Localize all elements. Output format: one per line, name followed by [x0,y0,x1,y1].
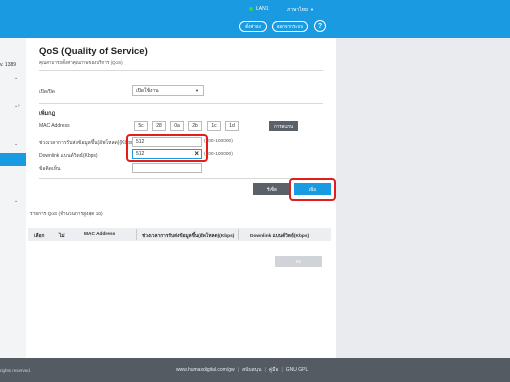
language-label: ภาษาไทย [287,7,308,13]
divider [39,70,323,71]
table-header-number: ไม่ [59,234,65,239]
table-header-select: เลือก [34,234,45,239]
qos-table-header: เลือก ไม่ MAC Address ช่วงเวลาการรับส่งข… [28,228,331,241]
footer-links: www.humaxdigital.com/gw | สนับสนุน | คู่มือ |… [176,366,308,374]
right-panel [336,38,510,358]
mac-octet-field[interactable]: 2b [188,121,202,131]
reset-button[interactable]: รีเซ็ต [253,183,291,195]
lan-status-dot-icon [249,7,253,11]
divider [39,103,323,104]
mac-scan-button[interactable]: การสแกน [269,121,298,131]
settings-button[interactable]: ตั้งค่าอง [239,21,267,32]
page-title: QoS (Quality of Service) [39,46,148,57]
delete-button[interactable]: ลบ [275,256,322,267]
footer: rights reserved. www.humaxdigital.com/gw… [0,358,510,382]
language-selector[interactable]: ภาษาไทย ▼ [287,6,314,14]
chevron-down-icon[interactable]: ⌄ [14,198,18,204]
sidebar-item-active[interactable] [0,153,26,166]
table-header-separator [136,229,137,240]
caret-down-icon: ▼ [309,7,314,12]
comment-label: ข้อคิดเห็น [39,166,61,172]
sidebar: v. 1389 ⌄ ⌄ › ⌄ ⌄ [0,38,26,358]
qos-list-title: รายการ QoS (จำนวนการสูงสุด 10) [30,212,103,217]
table-header-uplink: ช่วงเวลาการรับส่งข้อมูลขึ้น(อัพโหลด)(Kbp… [142,234,235,239]
divider [39,178,323,179]
uplink-range: (100-100000) [204,139,233,144]
table-header-downlink: Downlink แบนด์วิดธ์(Kbps) [250,234,310,239]
comment-input[interactable] [132,163,202,173]
mac-address-label: MAC Address [39,123,70,129]
footer-link-site[interactable]: www.humaxdigital.com/gw [176,367,235,373]
uplink-label: ช่วงเวลาการรับส่งข้อมูลขึ้น(อัพโหลด)(Kbp… [39,140,135,146]
main-content: QoS (Quality of Service) คุณสามารถตั้งค่… [26,38,336,358]
footer-link-support[interactable]: สนับสนุน [242,367,262,373]
downlink-label: Downlink แบนด์วิดธ์(Kbps) [39,153,98,159]
mac-octet-field[interactable]: 1d [225,121,239,131]
help-icon[interactable]: ? [314,20,326,32]
chevron-down-icon[interactable]: ⌄ [14,75,18,81]
mac-octet-field[interactable]: 28 [152,121,166,131]
mac-octet-field[interactable]: 5c [134,121,148,131]
firmware-version: v. 1389 [0,62,17,68]
mac-octet-field[interactable]: 1c [207,121,221,131]
logout-button[interactable]: ออกจากระบบ [272,21,308,32]
footer-separator: | [237,367,239,373]
lan-status: LAN1 [249,6,269,12]
enable-label: เปิด/ปิด [39,89,55,95]
add-rule-section-title: เพิ่มกฎ [39,111,56,117]
footer-separator: | [264,367,266,373]
enable-select-value: เปิดใช้งาน [136,87,159,94]
top-bar: LAN1 ภาษาไทย ▼ ตั้งค่าอง ออกจากระบบ ? [0,0,510,38]
downlink-range: (100-100000) [204,152,233,157]
table-header-mac: MAC Address [84,232,116,237]
enable-select[interactable]: เปิดใช้งาน ▼ [132,85,204,96]
chevron-right-icon[interactable]: › [18,103,20,109]
add-button-highlight-box [289,178,336,201]
page-subtitle: คุณสามารถตั้งค่าคุณภาพของบริการ (QoS) [39,60,123,65]
footer-link-gpl[interactable]: GNU GPL [286,367,309,373]
mac-octet-field[interactable]: 0a [170,121,184,131]
lan-label: LAN1 [256,6,269,12]
footer-rights: rights reserved. [0,368,32,373]
input-highlight-box [126,134,208,162]
chevron-down-icon[interactable]: ⌄ [14,141,18,147]
table-header-separator [238,229,239,240]
footer-link-manual[interactable]: คู่มือ [269,367,279,373]
footer-separator: | [281,367,283,373]
caret-down-icon: ▼ [195,88,199,93]
